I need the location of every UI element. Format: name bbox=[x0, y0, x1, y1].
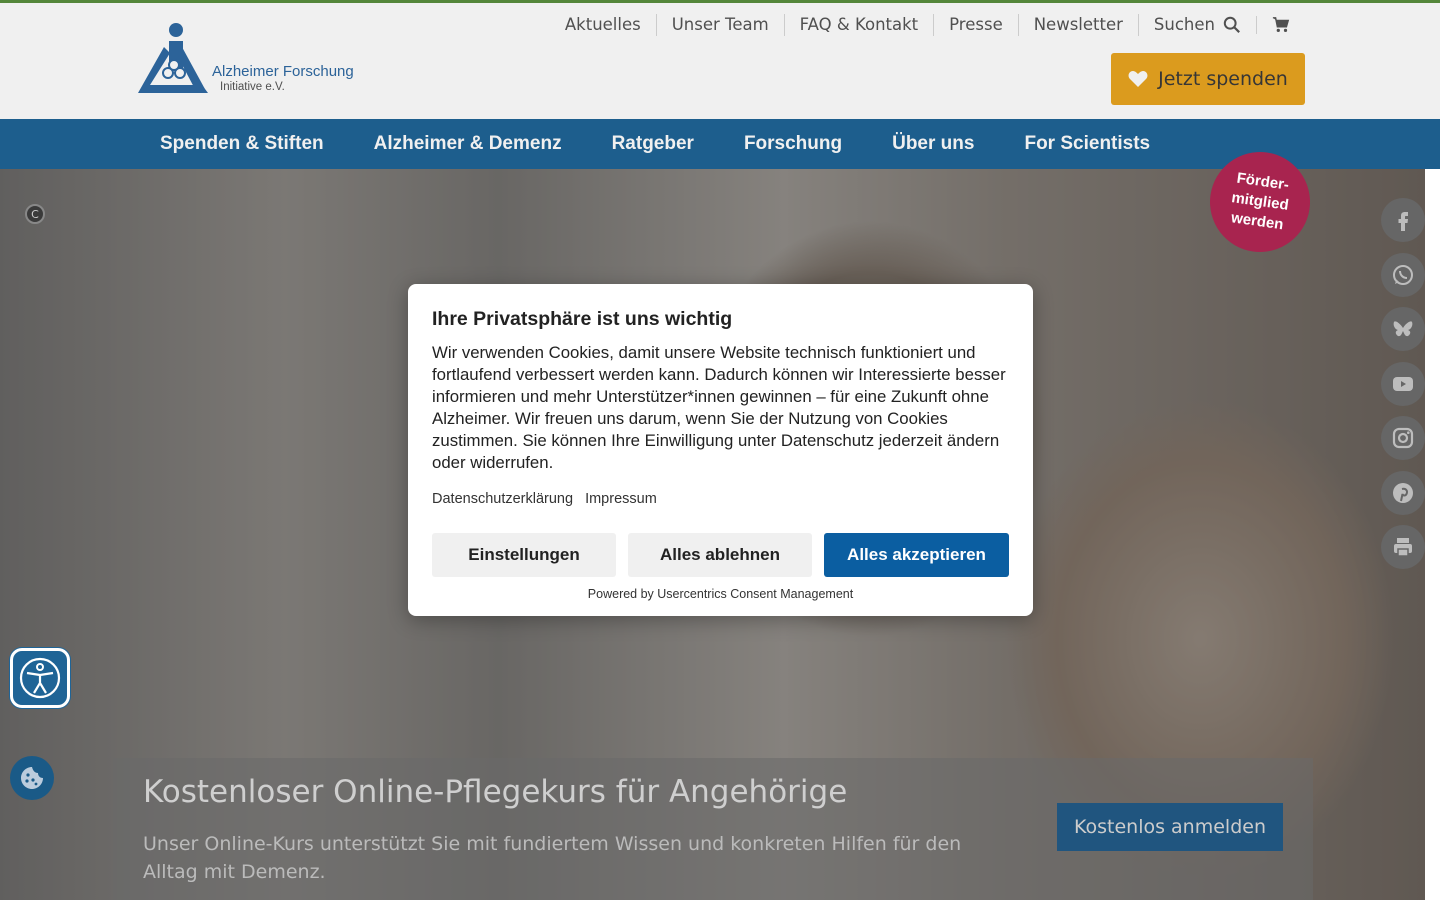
consent-buttons: Einstellungen Alles ablehnen Alles akzep… bbox=[432, 533, 1009, 577]
instagram-button[interactable] bbox=[1381, 416, 1425, 460]
promo-title: Kostenloser Online-Pflegekurs für Angehö… bbox=[143, 774, 848, 810]
whatsapp-icon bbox=[1393, 264, 1413, 285]
promo-banner: Kostenloser Online-Pflegekurs für Angehö… bbox=[113, 758, 1313, 900]
copyright-symbol: C bbox=[31, 207, 39, 221]
accessibility-button[interactable] bbox=[10, 648, 70, 708]
promo-signup-button[interactable]: Kostenlos anmelden bbox=[1057, 803, 1283, 851]
promo-text: Unser Online-Kurs unterstützt Sie mit fu… bbox=[143, 833, 962, 883]
facebook-icon bbox=[1398, 212, 1408, 231]
imprint-link[interactable]: Impressum bbox=[585, 491, 657, 507]
accessibility-icon bbox=[19, 657, 61, 699]
youtube-icon bbox=[1393, 376, 1413, 391]
print-button[interactable] bbox=[1381, 525, 1425, 569]
bluesky-icon bbox=[1393, 321, 1413, 337]
social-share-bar bbox=[1381, 198, 1425, 580]
accept-all-button[interactable]: Alles akzeptieren bbox=[824, 533, 1009, 577]
cookie-settings-button[interactable] bbox=[10, 756, 54, 800]
print-icon bbox=[1394, 538, 1412, 557]
cookie-icon bbox=[21, 767, 43, 789]
instagram-icon bbox=[1392, 427, 1414, 449]
consent-title: Ihre Privatsphäre ist uns wichtig bbox=[432, 308, 733, 330]
facebook-button[interactable] bbox=[1381, 198, 1425, 242]
settings-button[interactable]: Einstellungen bbox=[432, 533, 616, 577]
youtube-button[interactable] bbox=[1381, 361, 1425, 406]
consent-powered-by: Powered by Usercentrics Consent Manageme… bbox=[587, 587, 854, 601]
header-dim-overlay bbox=[0, 0, 1440, 169]
reject-all-button[interactable]: Alles ablehnen bbox=[628, 533, 812, 577]
whatsapp-button[interactable] bbox=[1381, 252, 1425, 297]
copyright-icon[interactable]: C bbox=[25, 204, 45, 224]
privacy-policy-link[interactable]: Datenschutzerklärung bbox=[432, 491, 573, 507]
pinterest-icon bbox=[1393, 482, 1413, 503]
consent-text: Wir verwenden Cookies, damit unsere Webs… bbox=[432, 343, 1006, 472]
cookie-consent-dialog: Ihre Privatsphäre ist uns wichtig Wir ve… bbox=[408, 284, 1033, 616]
pinterest-button[interactable] bbox=[1381, 470, 1425, 515]
bluesky-button[interactable] bbox=[1381, 307, 1425, 351]
consent-links: Datenschutzerklärung Impressum bbox=[432, 491, 657, 507]
